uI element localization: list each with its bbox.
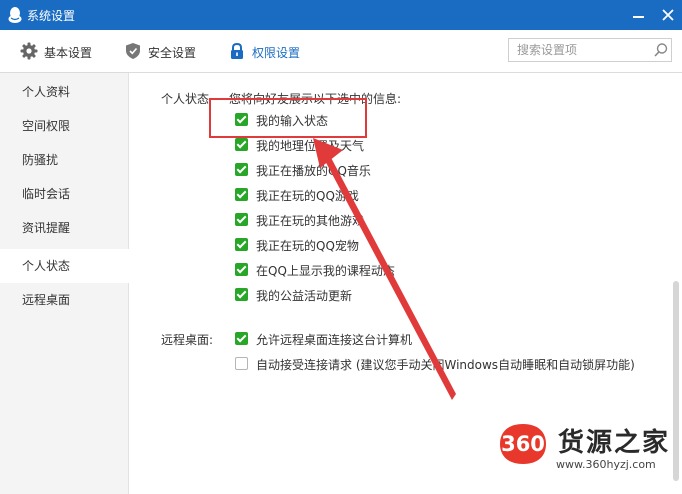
toolbar: 基本设置 安全设置 权限设置 — [0, 30, 682, 73]
tab-label: 权限设置 — [252, 46, 301, 60]
watermark-title: 货源之家 — [558, 428, 671, 458]
checkbox[interactable] — [235, 288, 248, 301]
sidebar-item-news-alerts[interactable]: 资讯提醒 — [0, 211, 128, 245]
qq-penguin-icon — [8, 7, 22, 23]
checkbox[interactable] — [235, 138, 248, 151]
option-label: 我正在玩的QQ游戏 — [256, 189, 359, 203]
personal-status-label: 个人状态 — [161, 92, 210, 106]
search-box[interactable] — [508, 38, 672, 62]
title-bar: 系统设置 — [0, 0, 682, 30]
option-label: 在QQ上显示我的课程动态 — [256, 264, 395, 278]
search-input[interactable] — [509, 39, 663, 61]
sidebar-item-space-permissions[interactable]: 空间权限 — [0, 109, 128, 143]
close-icon — [662, 9, 674, 21]
search-icon[interactable] — [653, 42, 669, 58]
tab-permission-settings[interactable]: 权限设置 — [228, 42, 308, 62]
option-label: 我的公益活动更新 — [256, 289, 353, 303]
sidebar-item-profile[interactable]: 个人资料 — [0, 75, 128, 109]
checkbox[interactable] — [235, 332, 248, 345]
checkbox[interactable] — [235, 238, 248, 251]
shield-icon — [126, 43, 140, 59]
watermark-url: www.360hyzj.com — [556, 458, 656, 471]
option-label: 我正在玩的其他游戏 — [256, 214, 365, 228]
tab-security-settings[interactable]: 安全设置 — [124, 42, 204, 62]
close-button[interactable] — [654, 0, 682, 30]
tab-basic-settings[interactable]: 基本设置 — [20, 42, 100, 62]
checkbox[interactable] — [235, 213, 248, 226]
checkbox[interactable] — [235, 263, 248, 276]
gear-icon — [20, 42, 38, 60]
watermark-badge-text: 360 — [501, 432, 545, 456]
sidebar-item-personal-status[interactable]: 个人状态 — [0, 249, 129, 283]
tab-label: 基本设置 — [44, 46, 93, 60]
option-label: 自动接受连接请求 (建议您手动关闭Windows自动睡眠和自动锁屏功能) — [256, 358, 635, 372]
checkbox[interactable] — [235, 357, 248, 370]
lock-icon — [231, 42, 243, 59]
sidebar-item-remote-desktop[interactable]: 远程桌面 — [0, 283, 128, 317]
watermark-logo: 360 — [498, 422, 548, 466]
sidebar-item-anti-harassment[interactable]: 防骚扰 — [0, 143, 128, 177]
option-label: 我正在播放的QQ音乐 — [256, 164, 371, 178]
tab-label: 安全设置 — [148, 46, 197, 60]
highlight-annotation-box — [209, 98, 367, 138]
checkbox[interactable] — [235, 188, 248, 201]
window-title: 系统设置 — [27, 9, 76, 23]
option-label: 我正在玩的QQ宠物 — [256, 239, 359, 253]
option-label: 允许远程桌面连接这台计算机 — [256, 333, 413, 347]
sidebar-item-temp-chat[interactable]: 临时会话 — [0, 177, 128, 211]
minimize-button[interactable] — [624, 0, 652, 30]
watermark: 360 货源之家 www.360hyzj.com — [498, 418, 682, 494]
checkbox[interactable] — [235, 163, 248, 176]
sidebar: 个人资料 空间权限 防骚扰 临时会话 资讯提醒 个人状态 远程桌面 — [0, 73, 129, 494]
option-label: 我的地理位置及天气 — [256, 139, 365, 153]
remote-desktop-label: 远程桌面: — [161, 333, 214, 347]
